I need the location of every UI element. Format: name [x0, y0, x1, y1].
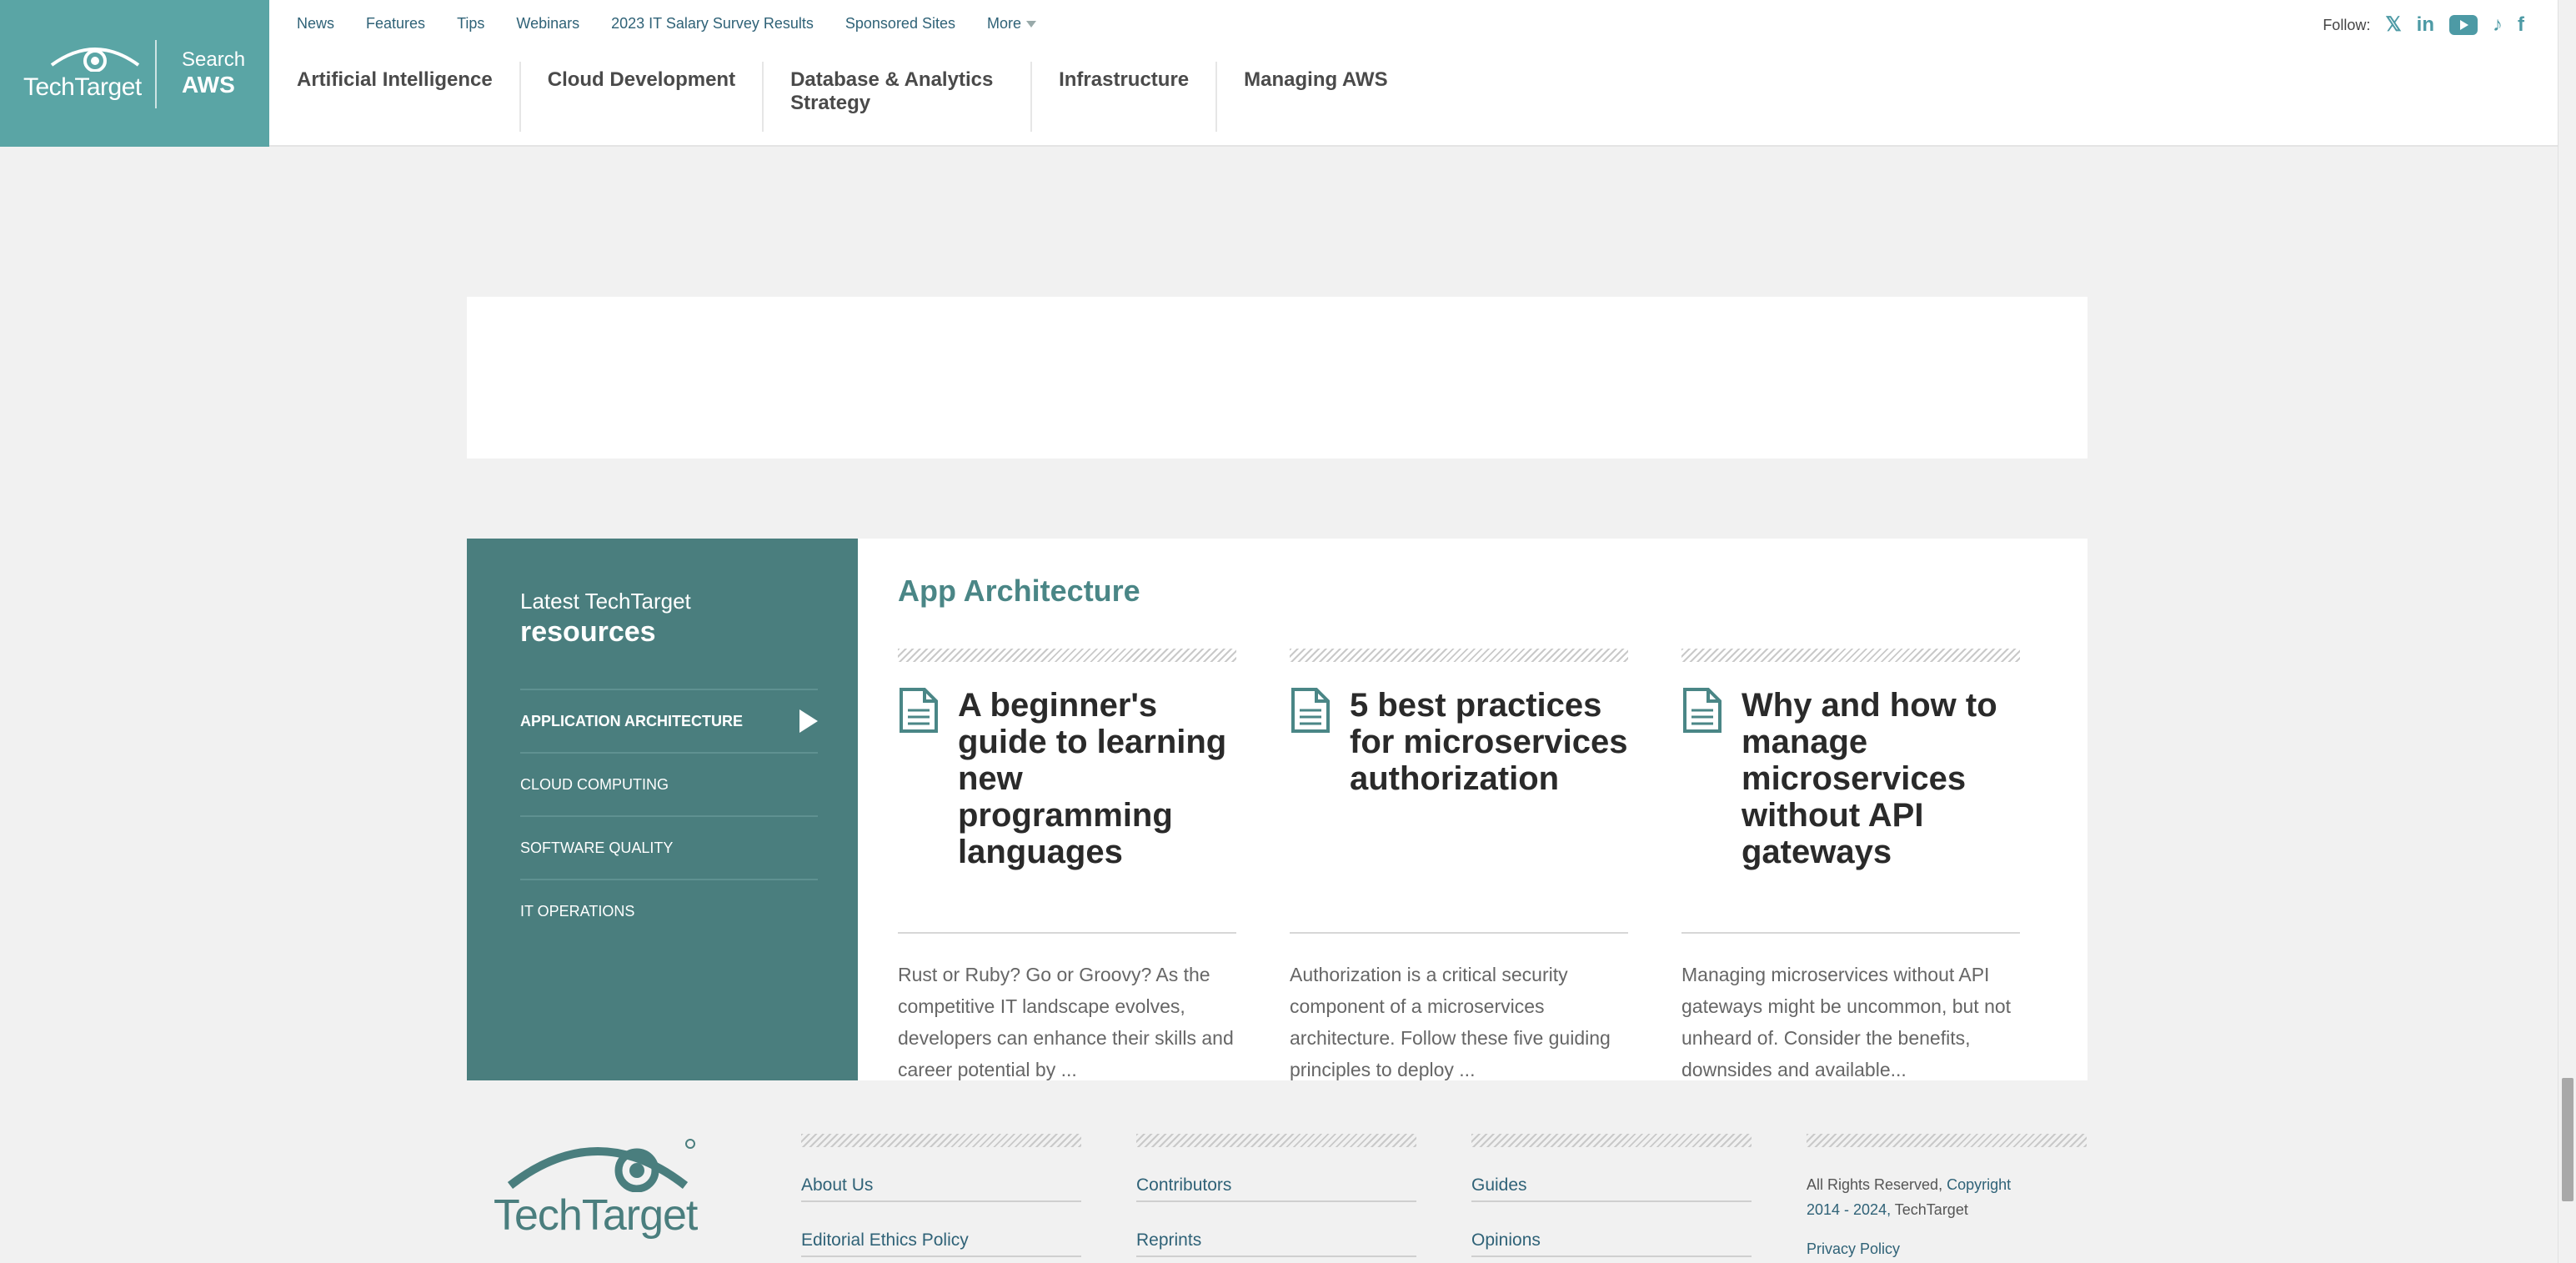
- site-header: TechTarget Search AWS News Features Tips…: [0, 0, 2558, 147]
- category-software-quality[interactable]: SOFTWARE QUALITY: [520, 815, 818, 879]
- top-links: News Features Tips Webinars 2023 IT Sala…: [297, 15, 1036, 33]
- logo-brand: TechTarget: [23, 73, 142, 101]
- footer-link-opinions[interactable]: Opinions: [1471, 1202, 1752, 1257]
- footer-divider: [801, 1134, 1081, 1147]
- follow-label: Follow:: [2323, 16, 2371, 33]
- footer-logo[interactable]: TechTarget: [494, 1134, 702, 1240]
- category-application-architecture[interactable]: APPLICATION ARCHITECTURE: [520, 689, 818, 752]
- ad-placeholder: [467, 297, 2087, 459]
- card-divider: [1681, 649, 2020, 662]
- category-label: APPLICATION ARCHITECTURE: [520, 712, 743, 729]
- nav-infrastructure[interactable]: Infrastructure: [1059, 62, 1218, 132]
- linkedin-icon[interactable]: in: [2417, 15, 2434, 35]
- top-link-tips[interactable]: Tips: [457, 15, 484, 33]
- copyright-owner: TechTarget: [1894, 1201, 1968, 1218]
- card-divider: [898, 649, 1236, 662]
- article-card[interactable]: 5 best practices for microservices autho…: [1290, 649, 1628, 1080]
- resources-sidebar: Latest TechTarget resources APPLICATION …: [467, 539, 858, 1080]
- article-excerpt: Managing microservices without API gatew…: [1681, 964, 2012, 1080]
- nav-cloud-development[interactable]: Cloud Development: [548, 62, 764, 132]
- article-title[interactable]: A beginner's guide to learning new progr…: [958, 687, 1236, 870]
- top-link-features[interactable]: Features: [366, 15, 425, 33]
- top-link-news[interactable]: News: [297, 15, 334, 33]
- article-title[interactable]: 5 best practices for microservices autho…: [1350, 687, 1628, 797]
- category-cloud-computing[interactable]: CLOUD COMPUTING: [520, 752, 818, 815]
- article-title[interactable]: Why and how to manage microservices with…: [1742, 687, 2020, 870]
- techtarget-eye-icon: [50, 48, 140, 72]
- document-icon: [1683, 688, 1722, 733]
- resources-heading: resources: [520, 616, 656, 648]
- footer-link-contributors[interactable]: Contributors: [1136, 1147, 1416, 1202]
- copyright-years: 2014 - 2024,: [1807, 1201, 1892, 1218]
- chevron-down-icon: [1026, 20, 1036, 28]
- copyright-notice: All Rights Reserved, Copyright 2014 - 20…: [1807, 1172, 2087, 1222]
- card-rule: [898, 932, 1236, 934]
- page-scrollbar[interactable]: [2558, 0, 2576, 1263]
- nav-managing-aws[interactable]: Managing AWS: [1244, 62, 1414, 132]
- footer-link-about-us[interactable]: About Us: [801, 1147, 1081, 1202]
- footer-link-reprints[interactable]: Reprints: [1136, 1202, 1416, 1257]
- footer-divider: [1136, 1134, 1416, 1147]
- section-title: App Architecture: [898, 574, 1140, 608]
- copyright-link[interactable]: Copyright: [1947, 1176, 2011, 1193]
- logo-search-word: Search: [182, 48, 246, 71]
- document-icon: [900, 688, 938, 733]
- footer-column-2: Contributors Reprints: [1136, 1134, 1416, 1257]
- more-menu[interactable]: More: [987, 15, 1036, 33]
- nav-artificial-intelligence[interactable]: Artificial Intelligence: [297, 62, 521, 132]
- facebook-icon[interactable]: f: [2518, 15, 2524, 35]
- article-card[interactable]: A beginner's guide to learning new progr…: [898, 649, 1236, 1080]
- footer-link-privacy-policy[interactable]: Privacy Policy: [1807, 1240, 2087, 1258]
- document-icon: [1291, 688, 1330, 733]
- scrollbar-thumb[interactable]: [2562, 1078, 2573, 1201]
- footer-link-editorial-ethics[interactable]: Editorial Ethics Policy: [801, 1202, 1081, 1257]
- footer-divider: [1807, 1134, 2087, 1147]
- play-arrow-icon: [799, 709, 818, 733]
- article-excerpt: Rust or Ruby? Go or Groovy? As the compe…: [898, 964, 1234, 1080]
- youtube-icon[interactable]: [2449, 15, 2478, 35]
- footer-divider: [1471, 1134, 1752, 1147]
- footer-link-guides[interactable]: Guides: [1471, 1147, 1752, 1202]
- top-link-sponsored-sites[interactable]: Sponsored Sites: [845, 15, 955, 33]
- tiktok-icon[interactable]: ♪: [2493, 15, 2503, 35]
- follow-bar: Follow: 𝕏 in ♪ f: [2323, 15, 2524, 35]
- category-it-operations[interactable]: IT OPERATIONS: [520, 879, 818, 942]
- logo-divider: [155, 40, 157, 108]
- more-label: More: [986, 15, 1021, 32]
- main-nav: Artificial Intelligence Cloud Developmen…: [297, 62, 1441, 132]
- category-label: CLOUD COMPUTING: [520, 775, 669, 793]
- top-link-salary-survey[interactable]: 2023 IT Salary Survey Results: [611, 15, 814, 33]
- techtarget-eye-icon: [507, 1139, 695, 1193]
- article-card[interactable]: Why and how to manage microservices with…: [1681, 649, 2020, 1080]
- footer-column-1: About Us Editorial Ethics Policy: [801, 1134, 1081, 1257]
- footer-column-3: Guides Opinions: [1471, 1134, 1752, 1257]
- resource-categories: APPLICATION ARCHITECTURE CLOUD COMPUTING…: [520, 689, 818, 942]
- latest-resources: Latest TechTarget resources APPLICATION …: [467, 539, 2087, 1080]
- card-rule: [1290, 932, 1628, 934]
- category-label: IT OPERATIONS: [520, 902, 635, 920]
- rights-text: All Rights Reserved,: [1807, 1176, 1943, 1193]
- footer-column-4: All Rights Reserved, Copyright 2014 - 20…: [1807, 1134, 2087, 1258]
- category-label: SOFTWARE QUALITY: [520, 839, 674, 856]
- x-icon[interactable]: 𝕏: [2385, 15, 2401, 35]
- resources-content: App Architecture A beginner's guide to l…: [898, 539, 2087, 1080]
- site-logo[interactable]: TechTarget Search AWS: [0, 0, 269, 147]
- card-divider: [1290, 649, 1628, 662]
- nav-database-analytics[interactable]: Database & Analytics Strategy: [790, 62, 1033, 132]
- card-rule: [1681, 932, 2020, 934]
- article-excerpt: Authorization is a critical security com…: [1290, 964, 1611, 1080]
- top-link-webinars[interactable]: Webinars: [516, 15, 579, 33]
- logo-site-word: AWS: [182, 72, 235, 98]
- resources-latest-label: Latest TechTarget: [520, 589, 691, 614]
- footer-brand: TechTarget: [494, 1191, 698, 1240]
